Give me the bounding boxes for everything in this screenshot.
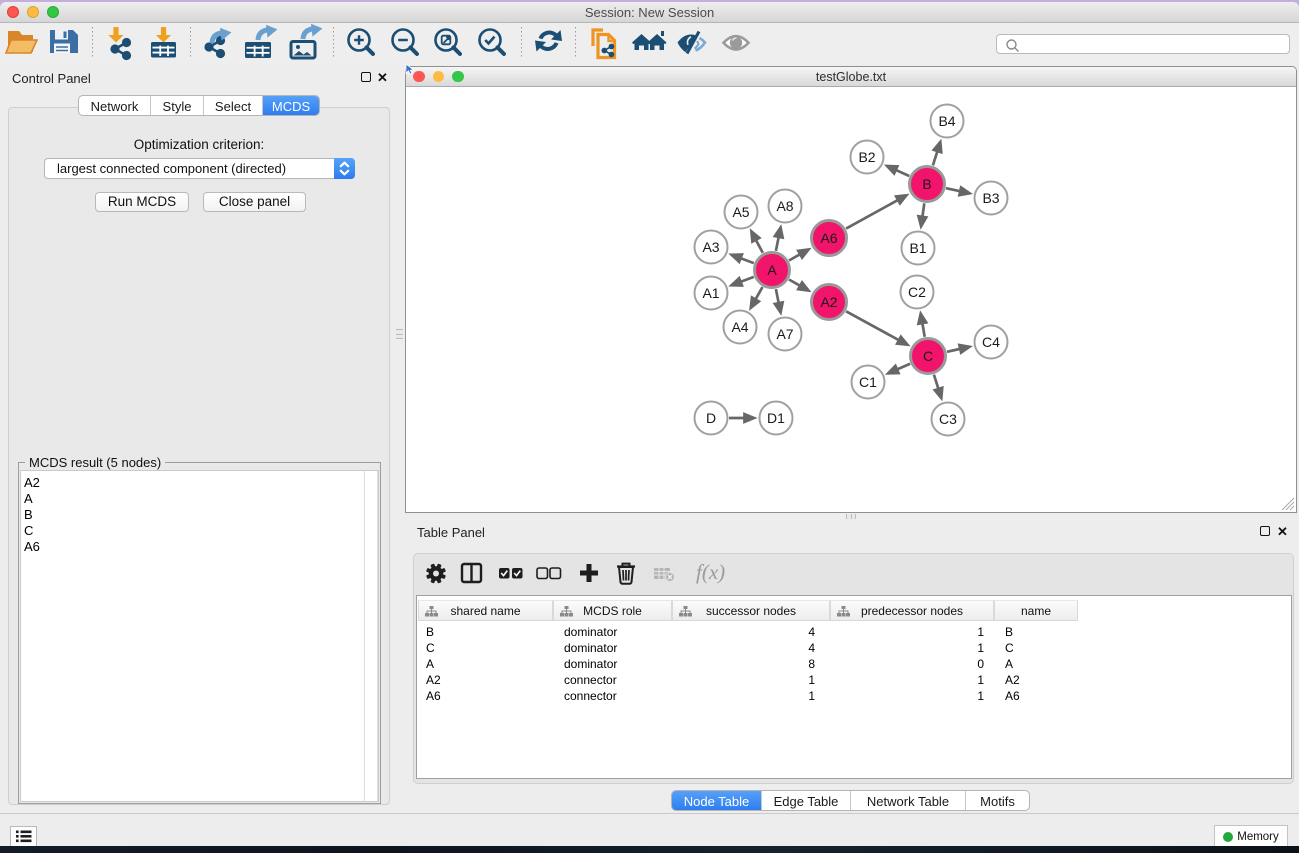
svg-text:B1: B1 <box>909 240 926 256</box>
svg-text:A8: A8 <box>776 198 793 214</box>
svg-text:D1: D1 <box>767 410 785 426</box>
svg-text:C1: C1 <box>859 374 877 390</box>
svg-text:D: D <box>706 410 716 426</box>
svg-text:A4: A4 <box>731 319 748 335</box>
svg-text:A2: A2 <box>820 294 837 310</box>
svg-text:B: B <box>922 176 931 192</box>
svg-text:B4: B4 <box>938 113 955 129</box>
svg-text:B2: B2 <box>858 149 875 165</box>
svg-text:A1: A1 <box>702 285 719 301</box>
svg-text:A7: A7 <box>776 326 793 342</box>
svg-text:A5: A5 <box>732 204 749 220</box>
svg-text:C4: C4 <box>982 334 1000 350</box>
svg-text:B3: B3 <box>982 190 999 206</box>
svg-text:C2: C2 <box>908 284 926 300</box>
svg-text:C3: C3 <box>939 411 957 427</box>
svg-text:A: A <box>767 262 777 278</box>
svg-text:A3: A3 <box>702 239 719 255</box>
svg-text:C: C <box>923 348 933 364</box>
svg-text:A6: A6 <box>820 230 837 246</box>
